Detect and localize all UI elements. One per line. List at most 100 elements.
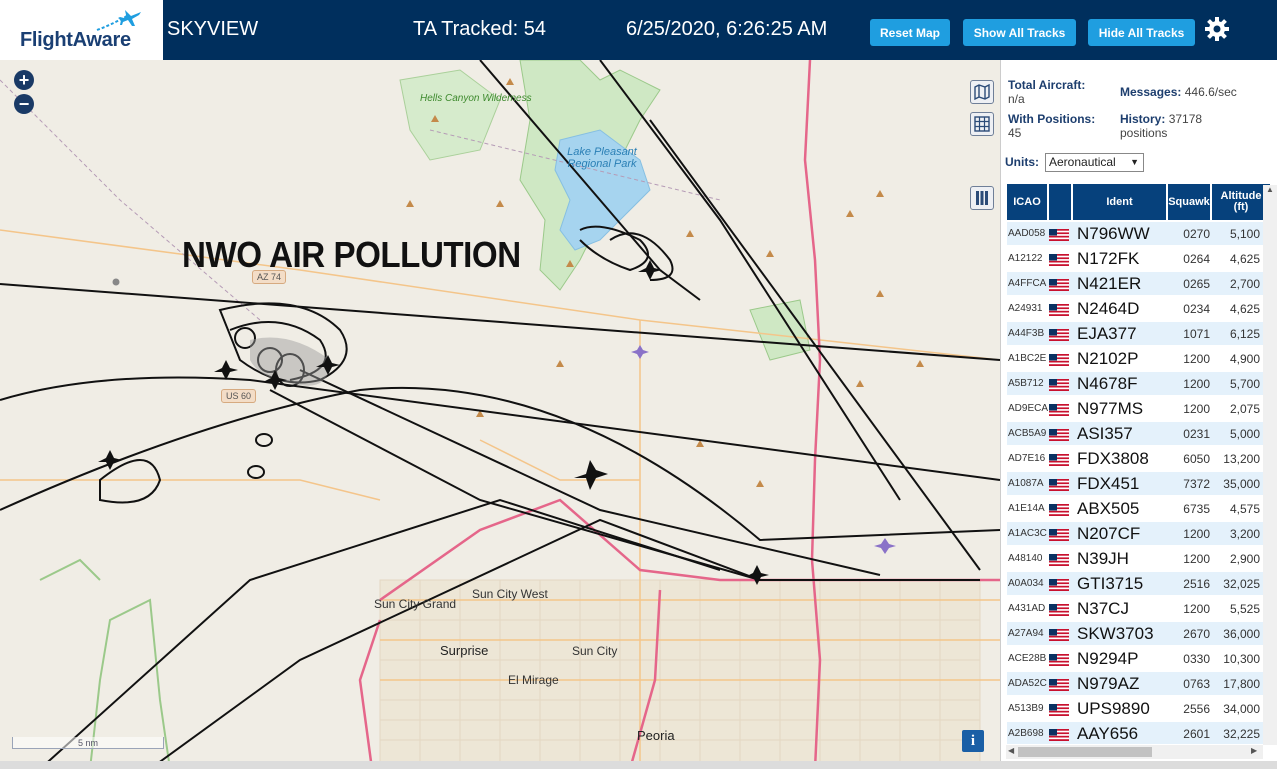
us-flag-icon bbox=[1049, 478, 1073, 491]
table-row[interactable]: A27A94 SKW3703 2670 36,000 bbox=[1007, 622, 1272, 646]
table-row[interactable]: A1087A FDX451 7372 35,000 bbox=[1007, 472, 1272, 496]
column-header-squawk[interactable]: Squawk bbox=[1168, 184, 1212, 220]
boundary-line bbox=[0, 79, 261, 321]
cell-squawk: 1200 bbox=[1183, 351, 1210, 366]
map-layers-button[interactable] bbox=[970, 80, 994, 104]
stat-total-aircraft: Total Aircraft: n/a bbox=[1008, 78, 1085, 106]
park-area bbox=[39, 558, 101, 581]
hide-all-tracks-button[interactable]: Hide All Tracks bbox=[1088, 19, 1195, 46]
cell-altitude: 3,200 bbox=[1229, 526, 1260, 541]
cell-squawk: 0264 bbox=[1183, 251, 1210, 266]
table-row[interactable]: A431ADN37CJ12005,525▼ bbox=[1007, 597, 1272, 621]
table-row[interactable]: A0A034GTI3715251632,025▼ bbox=[1007, 572, 1272, 596]
table-row[interactable]: A1BC2EN2102P12004,900▼ bbox=[1007, 347, 1272, 371]
us-flag-icon bbox=[1049, 603, 1073, 616]
table-row[interactable]: ACE28BN9294P033010,300▲ bbox=[1007, 647, 1272, 671]
cell-ident: UPS9890 bbox=[1077, 698, 1150, 718]
map-canvas[interactable] bbox=[0, 60, 1000, 769]
scroll-up-icon[interactable]: ▲ bbox=[1266, 185, 1274, 194]
cell-icao: ADA52C bbox=[1008, 678, 1047, 689]
reset-map-button[interactable]: Reset Map bbox=[870, 19, 950, 46]
cell-ident: ABX505 bbox=[1077, 498, 1140, 518]
us-flag-icon bbox=[1049, 353, 1073, 366]
cell-squawk: 0265 bbox=[1183, 276, 1210, 291]
cell-altitude: 5,100 bbox=[1229, 226, 1260, 241]
scroll-right-icon[interactable]: ▶ bbox=[1251, 746, 1257, 755]
cell-squawk: 1071 bbox=[1183, 326, 1210, 341]
units-label: Units: bbox=[1005, 155, 1039, 169]
zoom-in-button[interactable]: + bbox=[14, 70, 34, 90]
cell-altitude: 34,000 bbox=[1223, 701, 1260, 716]
cell-icao: A1E14A bbox=[1008, 503, 1045, 514]
cell-icao: A44F3B bbox=[1008, 328, 1045, 339]
shaded-area bbox=[250, 337, 330, 386]
table-row[interactable]: A4FFCAN421ER02652,700▲ bbox=[1007, 272, 1272, 296]
table-row[interactable]: A24931N2464D02344,625▲ bbox=[1007, 297, 1272, 321]
chevron-down-icon: ▼ bbox=[1130, 157, 1139, 167]
aircraft-table: ICAO Ident Squawk Altitude (ft) AAD058 N7… bbox=[1007, 184, 1272, 744]
info-button[interactable]: i bbox=[962, 730, 984, 752]
table-row[interactable]: AAD058N796WW02705,100▼ bbox=[1007, 222, 1272, 246]
horizontal-scrollbar[interactable]: ◀ ▶ bbox=[1006, 745, 1263, 759]
grid-toggle-button[interactable] bbox=[970, 112, 994, 136]
cell-squawk: 6735 bbox=[1183, 501, 1210, 516]
units-select[interactable]: Aeronautical ▼ bbox=[1045, 153, 1144, 172]
vertical-scrollbar[interactable]: ▲ bbox=[1263, 185, 1277, 745]
cell-squawk: 1200 bbox=[1183, 401, 1210, 416]
column-header-flag[interactable] bbox=[1049, 184, 1073, 220]
table-header: ICAO Ident Squawk Altitude (ft) bbox=[1007, 184, 1272, 220]
flightaware-logo[interactable]: FlightAware bbox=[0, 0, 163, 60]
cell-icao: AAD058 bbox=[1008, 228, 1046, 239]
cell-squawk: 7372 bbox=[1183, 476, 1210, 491]
table-row[interactable]: A12122 N172FK 0264 4,625 bbox=[1007, 247, 1272, 271]
flight-map[interactable]: Hells Canyon Wilderness Lake Pleasant Re… bbox=[0, 60, 1000, 769]
table-row[interactable]: AD9ECA N977MS 1200 2,075 bbox=[1007, 397, 1272, 421]
table-row[interactable]: A48140 N39JH 1200 2,900 bbox=[1007, 547, 1272, 571]
cell-squawk: 1200 bbox=[1183, 551, 1210, 566]
table-row[interactable]: A5B712 N4678F 1200 5,700 bbox=[1007, 372, 1272, 396]
cell-ident: N37CJ bbox=[1077, 598, 1129, 618]
table-row[interactable]: ACB5A9ASI35702315,000▲ bbox=[1007, 422, 1272, 446]
cell-squawk: 1200 bbox=[1183, 376, 1210, 391]
table-row[interactable]: AD7E16FDX3808605013,200▼ bbox=[1007, 447, 1272, 471]
label-hells-canyon: Hells Canyon Wilderness bbox=[420, 93, 532, 104]
cell-squawk: 0763 bbox=[1183, 676, 1210, 691]
show-all-tracks-button[interactable]: Show All Tracks bbox=[963, 19, 1076, 46]
table-row[interactable]: A44F3B EJA377 1071 6,125 bbox=[1007, 322, 1272, 346]
app-title: SKYVIEW bbox=[167, 18, 259, 40]
cell-ident: ASI357 bbox=[1077, 423, 1133, 443]
table-row[interactable]: A1AC3C N207CF 1200 3,200 bbox=[1007, 522, 1272, 546]
us-flag-icon bbox=[1049, 253, 1073, 266]
cell-squawk: 0270 bbox=[1183, 226, 1210, 241]
park-area bbox=[749, 299, 811, 361]
cell-ident: N421ER bbox=[1077, 273, 1142, 293]
cell-altitude: 5,700 bbox=[1229, 376, 1260, 391]
us-flag-icon bbox=[1049, 378, 1073, 391]
cell-altitude: 4,575 bbox=[1229, 501, 1260, 516]
table-row[interactable]: A2B698AAY656260132,225▲ bbox=[1007, 722, 1272, 744]
table-row[interactable]: ADA52CN979AZ076317,800▲ bbox=[1007, 672, 1272, 696]
us-flag-icon bbox=[1049, 428, 1073, 441]
cell-altitude: 4,900 bbox=[1229, 351, 1260, 366]
cell-ident: FDX3808 bbox=[1077, 448, 1149, 468]
cell-icao: A12122 bbox=[1008, 253, 1043, 264]
cell-altitude: 2,900 bbox=[1229, 551, 1260, 566]
cell-ident: AAY656 bbox=[1077, 723, 1139, 743]
column-header-icao[interactable]: ICAO bbox=[1007, 184, 1049, 220]
zoom-out-button[interactable]: − bbox=[14, 94, 34, 114]
table-row[interactable]: A513B9 UPS9890 2556 34,000 bbox=[1007, 697, 1272, 721]
cell-ident: N977MS bbox=[1077, 398, 1144, 418]
route-shield-us60: US 60 bbox=[221, 389, 257, 403]
cell-ident: FDX451 bbox=[1077, 473, 1140, 493]
table-row[interactable]: A1E14AABX50567354,575▼ bbox=[1007, 497, 1272, 521]
cell-squawk: 2601 bbox=[1183, 726, 1210, 741]
cell-squawk: 6050 bbox=[1183, 451, 1210, 466]
scroll-left-icon[interactable]: ◀ bbox=[1008, 746, 1014, 755]
column-header-ident[interactable]: Ident bbox=[1073, 184, 1168, 220]
gear-icon[interactable] bbox=[1204, 16, 1230, 42]
column-toggle-button[interactable] bbox=[970, 186, 994, 210]
aircraft-panel: Total Aircraft: n/a Messages: 446.6/sec … bbox=[1000, 60, 1277, 769]
scrollbar-thumb[interactable] bbox=[1018, 747, 1152, 757]
cell-icao: A1BC2E bbox=[1008, 353, 1047, 364]
aircraft-icon bbox=[574, 460, 608, 490]
